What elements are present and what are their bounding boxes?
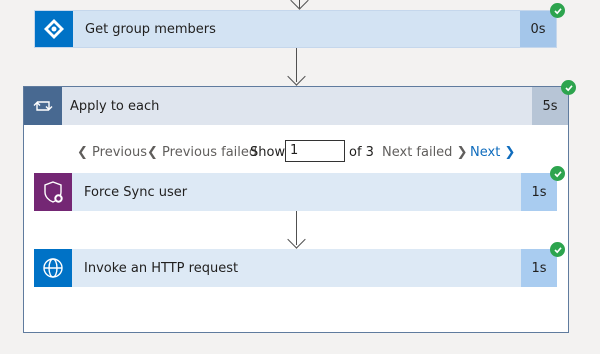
success-check-icon — [550, 166, 565, 181]
iteration-pager: ❮ Previous ❮ Previous failed Show 1 of 3… — [0, 140, 600, 162]
next-failed-link[interactable]: Next failed ❯ — [382, 144, 467, 162]
next-link[interactable]: Next ❯ — [470, 144, 515, 162]
chevron-right-icon: ❯ — [456, 145, 468, 160]
step-title: Invoke an HTTP request — [84, 260, 239, 276]
success-check-icon — [561, 80, 576, 95]
success-check-icon — [550, 242, 565, 257]
step-get-group-members[interactable]: Get group members 0s — [34, 10, 557, 48]
chevron-left-icon: ❮ — [147, 145, 158, 160]
globe-icon — [34, 249, 72, 287]
success-check-icon — [550, 3, 565, 18]
loop-icon — [24, 87, 62, 125]
arrow-down-icon — [287, 67, 306, 86]
arrow-down-icon — [290, 0, 309, 10]
chevron-left-icon: ❮ — [77, 145, 88, 160]
step-force-sync-user[interactable]: Force Sync user 1s — [34, 173, 557, 211]
azure-ad-icon — [35, 11, 73, 47]
shield-user-icon — [34, 173, 72, 211]
step-title: Force Sync user — [84, 184, 188, 200]
step-apply-to-each[interactable]: Apply to each 5s — [24, 87, 568, 125]
iteration-input[interactable]: 1 — [285, 140, 345, 162]
previous-failed-link[interactable]: ❮ Previous failed — [147, 144, 257, 162]
of-total-label: of 3 — [349, 145, 374, 160]
step-invoke-http-request[interactable]: Invoke an HTTP request 1s — [34, 249, 557, 287]
chevron-right-icon: ❯ — [504, 145, 516, 160]
step-duration: 0s — [520, 11, 556, 47]
step-title: Get group members — [85, 21, 216, 37]
show-label: Show — [250, 145, 286, 160]
previous-link[interactable]: ❮ Previous — [77, 144, 147, 162]
step-title: Apply to each — [70, 98, 160, 114]
